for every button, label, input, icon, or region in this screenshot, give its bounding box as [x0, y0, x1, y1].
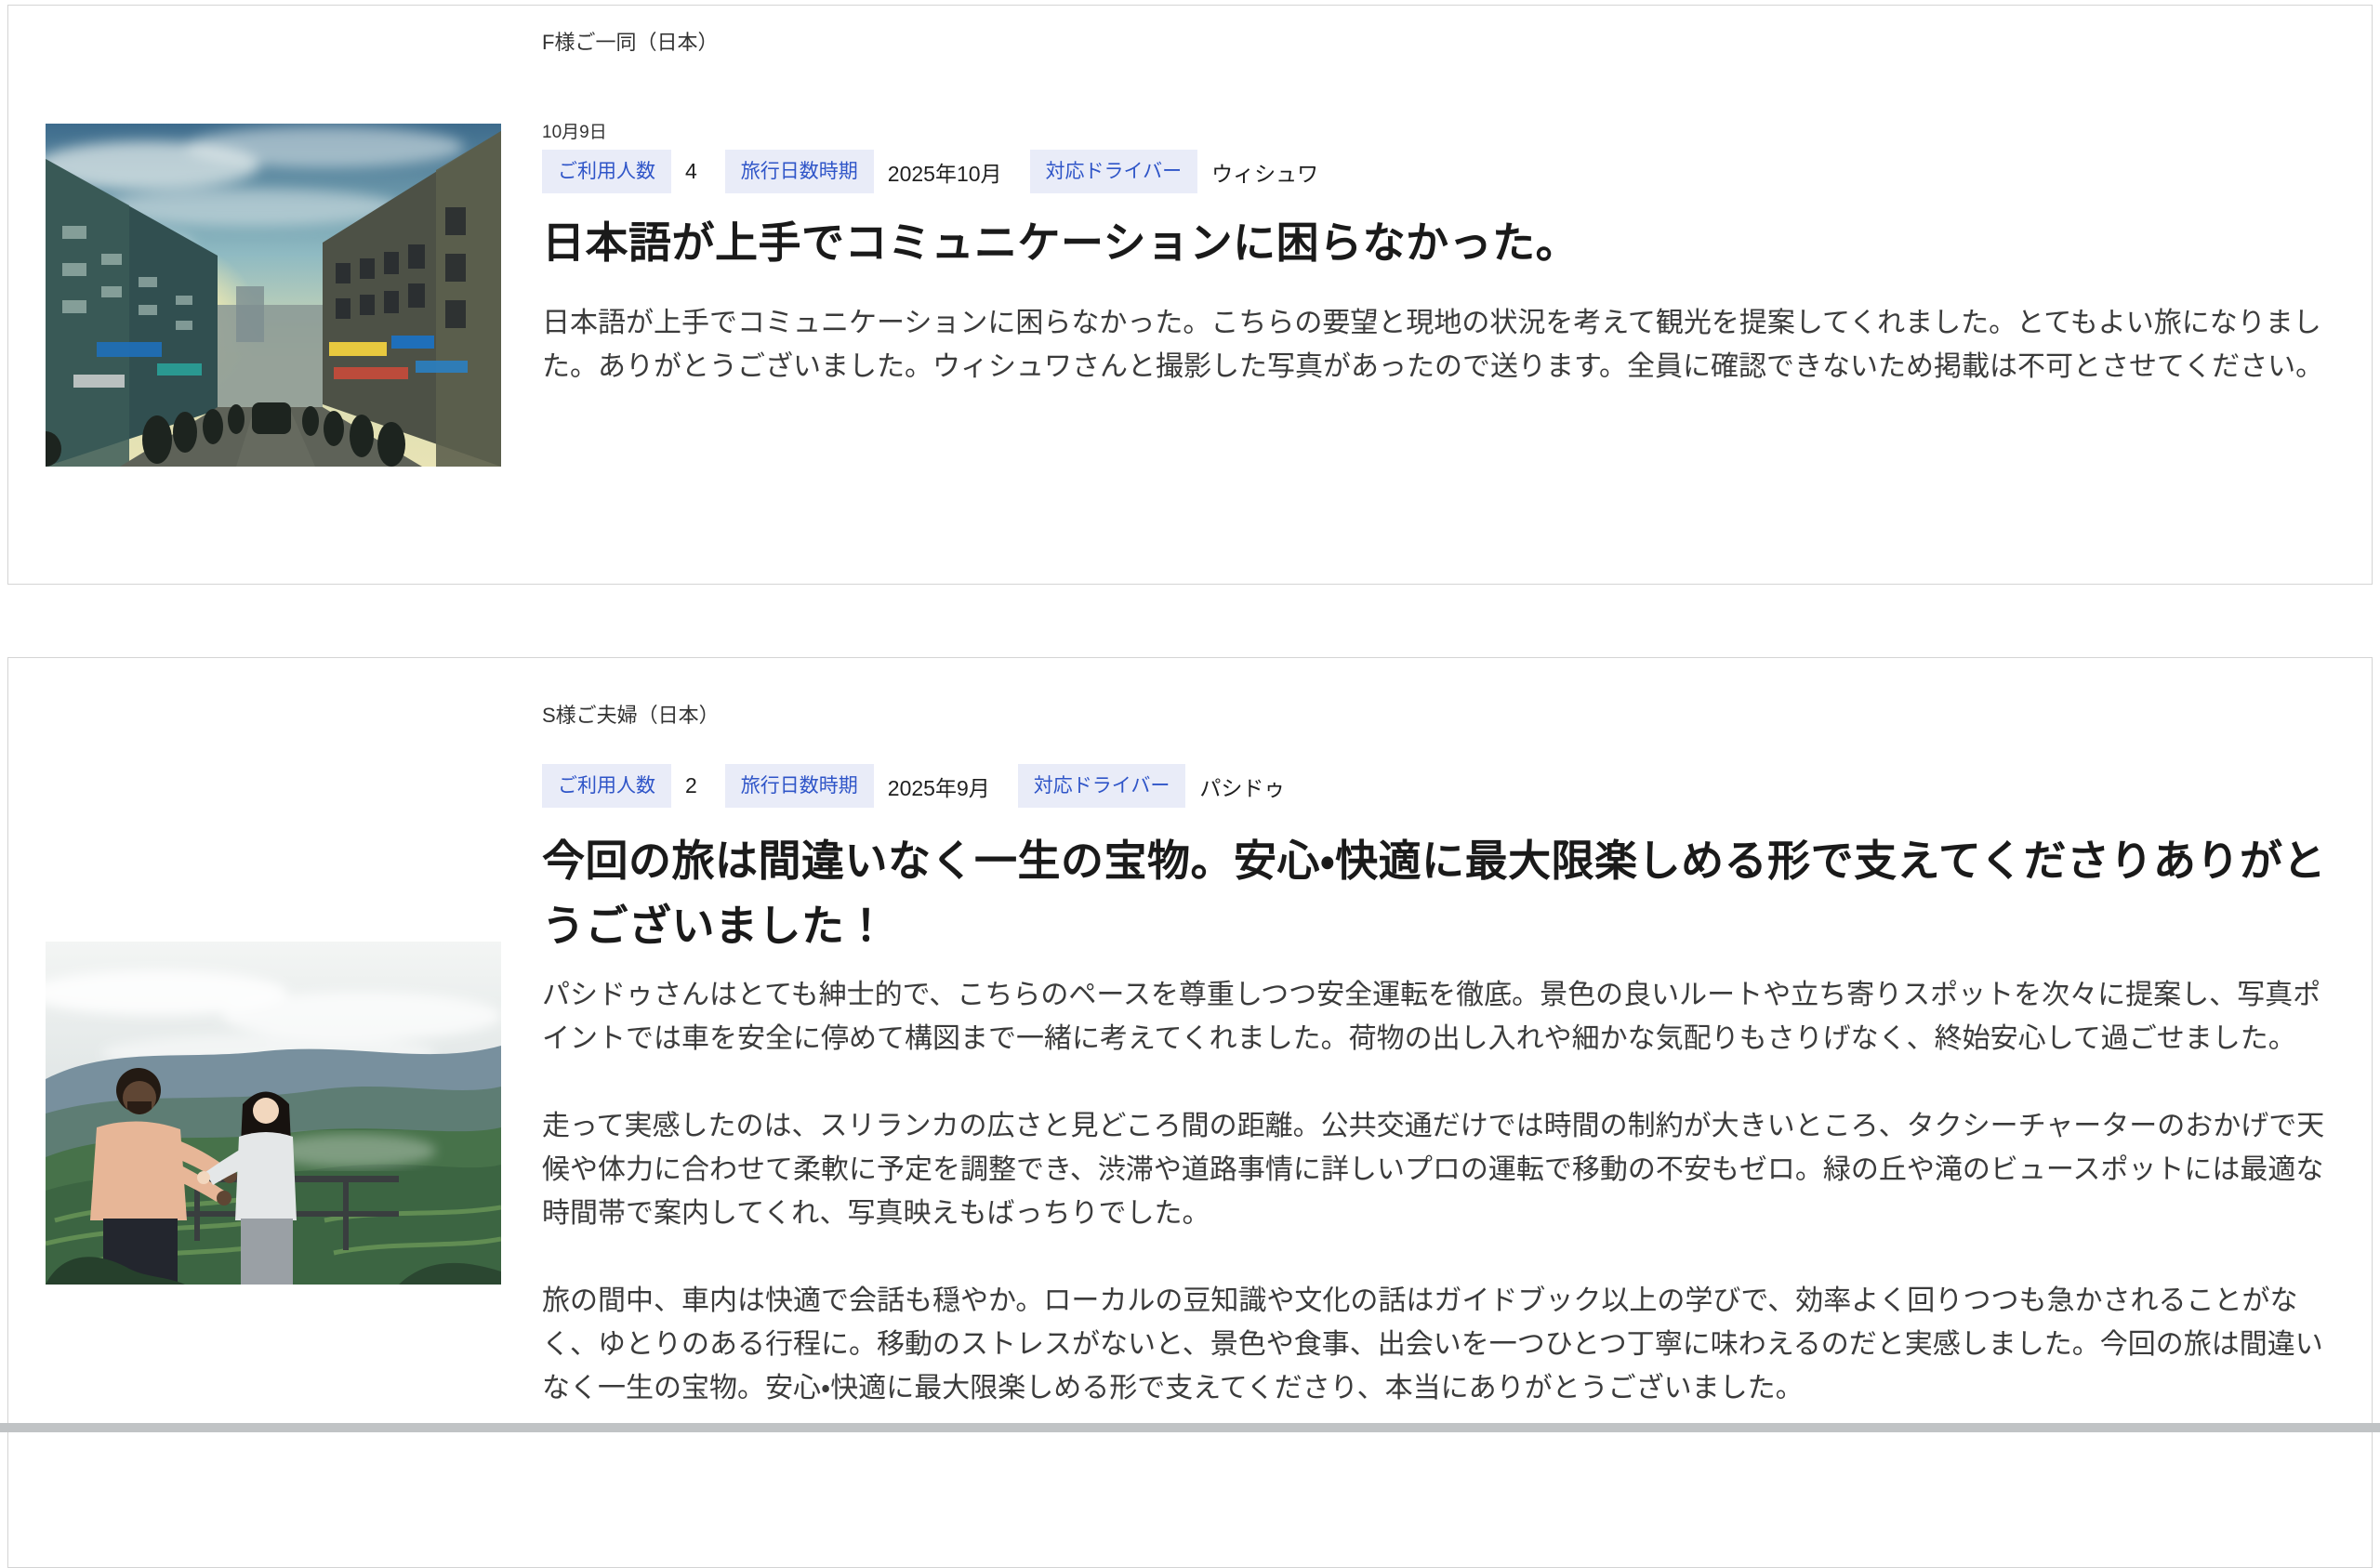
trip-period-badge: 旅行日数時期: [724, 764, 874, 808]
people-count-value: 2: [685, 773, 697, 797]
city-street-sunset-photo-image: [46, 123, 501, 467]
reviews-page: { "colors": { "page_bg": "#ffffff", "car…: [0, 0, 2380, 1568]
trip-period-value: 2025年9月: [887, 775, 990, 800]
people-count-badge: ご利用人数: [542, 764, 671, 808]
review-date: 10月9日: [542, 123, 607, 142]
horizontal-scrollbar[interactable]: [0, 1423, 2380, 1432]
customer-name: S様ご夫婦（日本）: [542, 704, 720, 727]
review-body: パシドゥさんはとても紳士的で、こちらのペースを尊重しつつ安全運転を徹底。景色の良…: [542, 973, 2334, 1410]
driver-badge: 対応ドライバー: [1029, 150, 1198, 193]
review-paragraph: パシドゥさんはとても紳士的で、こちらのペースを尊重しつつ安全運転を徹底。景色の良…: [542, 980, 2321, 1054]
badge-row: ご利用人数 2 旅行日数時期 2025年9月 対応ドライバー パシドゥ: [542, 764, 2334, 808]
review-title: 今回の旅は間違いなく一生の宝物。安心・快適に最大限楽しめる形で支えてくださりあり…: [542, 837, 2326, 950]
driver-badge: 対応ドライバー: [1017, 764, 1186, 808]
badge-row: ご利用人数 4 旅行日数時期 2025年10月 対応ドライバー ウィシュワ: [542, 150, 2334, 193]
review-card: F様ご一同（日本） 10月9日 ご利用人数 4 旅行日数時期 2025年10月 …: [7, 5, 2373, 585]
review-title: 日本語が上手でコミュニケーションに困らなかった。: [542, 218, 1580, 267]
driver-name-value: パシドゥ: [1199, 775, 1286, 800]
people-count-value: 4: [685, 159, 697, 183]
review-photo: [46, 941, 501, 1285]
green-hills-couple-photo-image: [46, 941, 501, 1285]
customer-name: F様ご一同（日本）: [542, 31, 719, 54]
trip-period-badge: 旅行日数時期: [724, 150, 874, 193]
review-paragraph: 旅の間中、車内は快適で会話も穏やか。ローカルの豆知識や文化の話はガイドブック以上…: [542, 1285, 2323, 1403]
review-paragraph: 日本語が上手でコミュニケーションに困らなかった。こちらの要望と現地の状況を考えて…: [542, 308, 2324, 382]
driver-name-value: ウィシュワ: [1211, 161, 1319, 186]
trip-period-value: 2025年10月: [887, 161, 1002, 186]
people-count-badge: ご利用人数: [542, 150, 671, 193]
review-photo: [46, 123, 501, 467]
review-body: 日本語が上手でコミュニケーションに困らなかった。こちらの要望と現地の状況を考えて…: [542, 301, 2334, 389]
review-paragraph: 走って実感したのは、スリランカの広さと見どころ間の距離。公共交通だけでは時間の制…: [542, 1111, 2325, 1229]
